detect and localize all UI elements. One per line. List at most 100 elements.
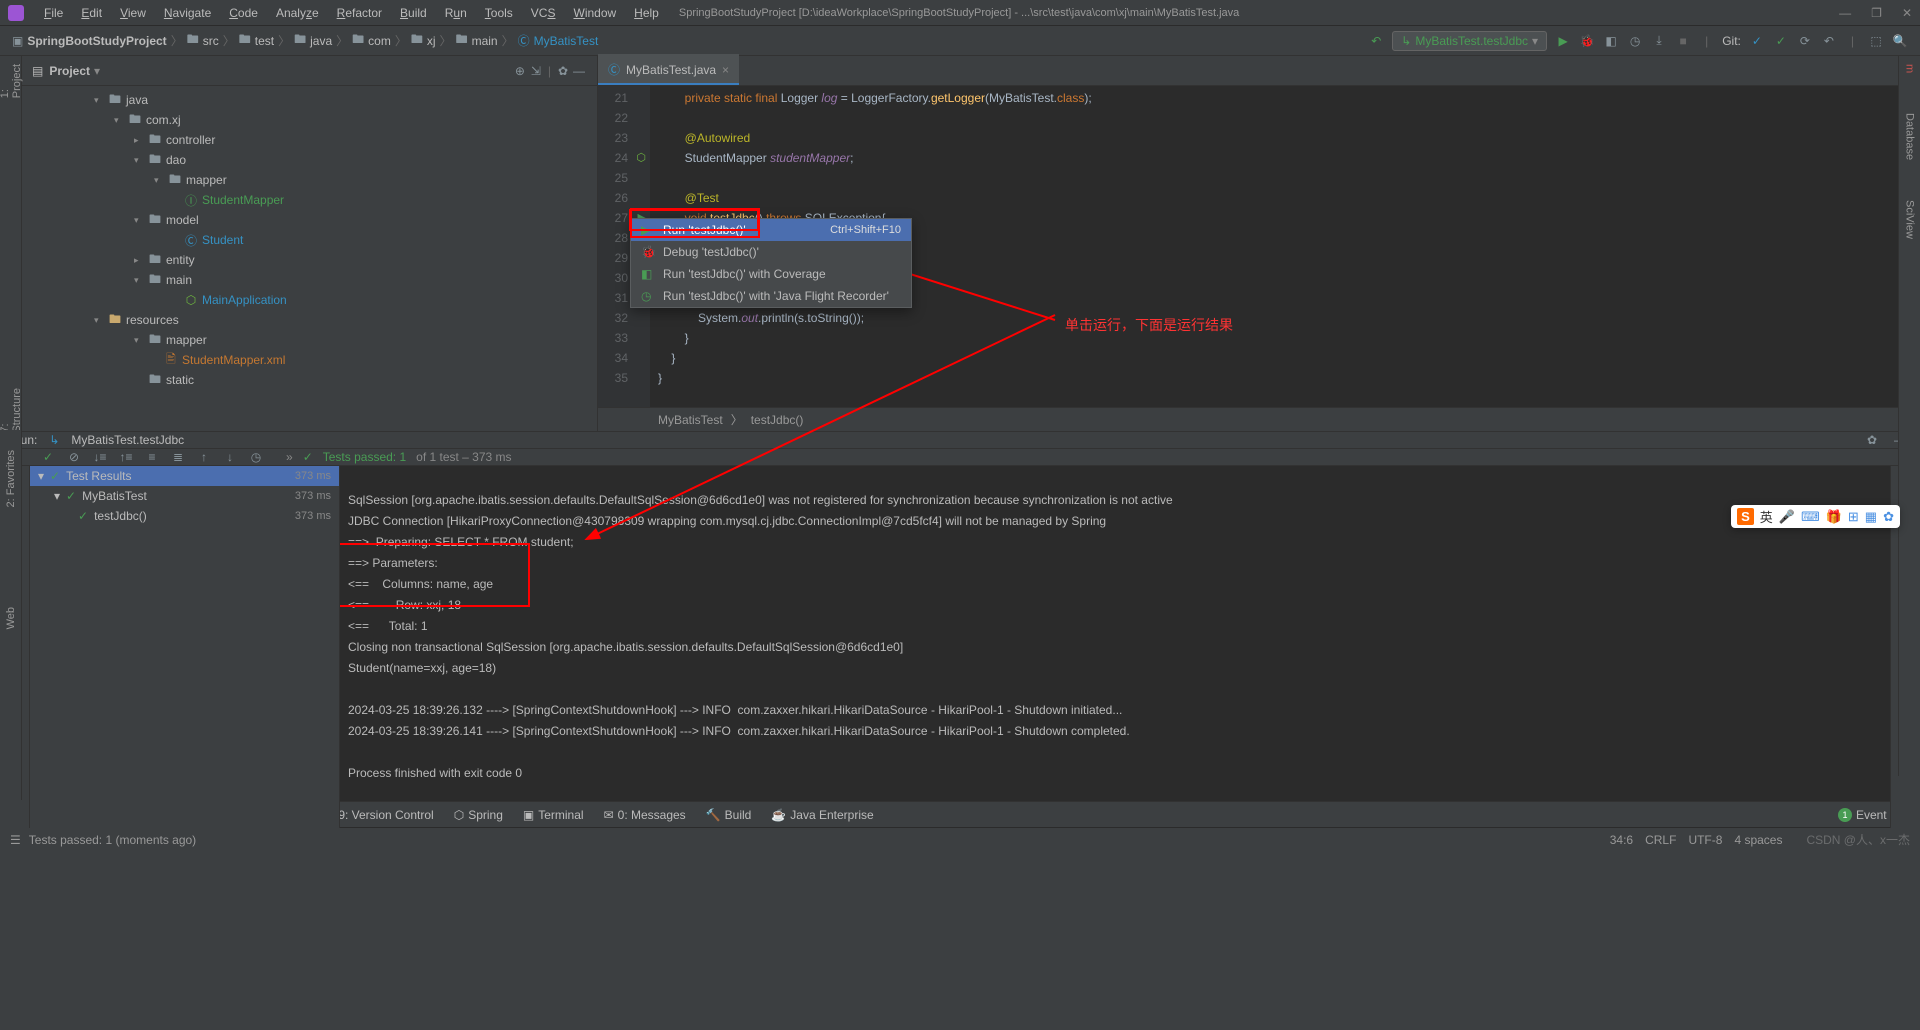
menu-vcs[interactable]: VCS	[523, 3, 564, 23]
menu-build[interactable]: Build	[392, 3, 435, 23]
debug-icon[interactable]: 🐞	[1579, 33, 1595, 49]
attach-icon[interactable]: ⤓	[1651, 33, 1667, 49]
maximize-icon[interactable]: ❐	[1871, 6, 1882, 20]
tree-static[interactable]: static	[166, 373, 194, 387]
ime-grid-icon[interactable]: ▦	[1865, 509, 1877, 525]
crumb-method[interactable]: testJdbc()	[751, 413, 804, 427]
ctx-jfr[interactable]: ◷ Run 'testJdbc()' with 'Java Flight Rec…	[631, 285, 911, 307]
tool-sciview-tab[interactable]: SciView	[1904, 200, 1916, 239]
tree-studentmapper[interactable]: StudentMapper	[202, 193, 284, 207]
caret-position[interactable]: 34:6	[1610, 833, 1633, 847]
menu-edit[interactable]: Edit	[73, 3, 110, 23]
tool-favorites-tab[interactable]: 2: Favorites	[5, 450, 17, 507]
tree-model[interactable]: model	[166, 213, 199, 227]
back-icon[interactable]: ↶	[1368, 33, 1384, 49]
run-configuration-select[interactable]: ↳ MyBatisTest.testJdbc ▾	[1392, 31, 1547, 51]
menu-tools[interactable]: Tools	[477, 3, 521, 23]
menu-run[interactable]: Run	[437, 3, 475, 23]
tree-comxj[interactable]: com.xj	[146, 113, 181, 127]
prev-icon[interactable]: ↑	[196, 449, 212, 465]
check-icon[interactable]: ✓	[40, 449, 56, 465]
project-tree[interactable]: ▾🖿java ▾🖿com.xj ▸🖿controller ▾🖿dao ▾🖿map…	[22, 86, 597, 431]
git-rollback-icon[interactable]: ↶	[1821, 33, 1837, 49]
tree-java[interactable]: java	[126, 93, 148, 107]
close-window-icon[interactable]: ✕	[1902, 6, 1912, 20]
ime-toolbar[interactable]: S 英 🎤 ⌨ 🎁 ⊞ ▦ ✿	[1731, 505, 1900, 528]
menu-view[interactable]: View	[112, 3, 154, 23]
ctx-debug[interactable]: 🐞 Debug 'testJdbc()'	[631, 241, 911, 263]
tool-project-tab[interactable]: 1: Project	[0, 64, 23, 98]
profile-icon[interactable]: ◷	[1627, 33, 1643, 49]
console-output[interactable]: SqlSession [org.apache.ibatis.session.de…	[340, 466, 1890, 828]
tool-maven-tab[interactable]: m	[1904, 64, 1916, 73]
breadcrumb-java[interactable]: java	[310, 34, 332, 48]
run-settings-gear-icon[interactable]: ✿	[1864, 432, 1880, 448]
breadcrumb-com[interactable]: com	[368, 34, 391, 48]
tree-entity[interactable]: entity	[166, 253, 195, 267]
menu-help[interactable]: Help	[626, 3, 667, 23]
search-everywhere-icon[interactable]: 🔍	[1892, 33, 1908, 49]
test-results-tree[interactable]: ▾✓Test Results373 ms ▾✓MyBatisTest373 ms…	[30, 466, 340, 828]
git-history-icon[interactable]: ⟳	[1797, 33, 1813, 49]
tree-main[interactable]: main	[166, 273, 192, 287]
test-class[interactable]: MyBatisTest	[82, 489, 147, 503]
breadcrumb-xj[interactable]: xj	[427, 34, 436, 48]
tree-resources[interactable]: resources	[126, 313, 179, 327]
ime-settings-icon[interactable]: ✿	[1883, 509, 1894, 525]
settings-gear-icon[interactable]: ✿	[555, 63, 571, 79]
tool-database-tab[interactable]: Database	[1904, 113, 1916, 160]
breadcrumb-main[interactable]: main	[472, 34, 498, 48]
sort2-icon[interactable]: ↑≡	[118, 449, 134, 465]
menu-navigate[interactable]: Navigate	[156, 3, 219, 23]
ide-settings-icon[interactable]: ⬚	[1868, 33, 1884, 49]
tool-web-tab[interactable]: Web	[5, 607, 17, 629]
expand-icon[interactable]: ≡	[144, 449, 160, 465]
locate-icon[interactable]: ⊕	[512, 63, 528, 79]
ime-emoji-icon[interactable]: 🎁	[1826, 509, 1842, 525]
menu-code[interactable]: Code	[221, 3, 266, 23]
breadcrumb-test[interactable]: test	[255, 34, 274, 48]
close-tab-icon[interactable]: ×	[722, 63, 729, 77]
spring-bean-icon[interactable]: ⬡	[636, 148, 646, 168]
ime-lang[interactable]: 英	[1760, 507, 1773, 526]
fail-filter-icon[interactable]: ⊘	[66, 449, 82, 465]
test-method[interactable]: testJdbc()	[94, 509, 147, 523]
ctx-coverage[interactable]: ◧ Run 'testJdbc()' with Coverage	[631, 263, 911, 285]
breadcrumb-class[interactable]: MyBatisTest	[534, 34, 599, 48]
git-commit-icon[interactable]: ✓	[1773, 33, 1789, 49]
run-icon[interactable]: ▶	[1555, 33, 1571, 49]
ctx-run[interactable]: ▶ Run 'testJdbc()' Ctrl+Shift+F10	[631, 219, 911, 241]
sort-icon[interactable]: ↓≡	[92, 449, 108, 465]
collapse2-icon[interactable]: ≣	[170, 449, 186, 465]
minimize-icon[interactable]: —	[1839, 6, 1851, 20]
status-icon[interactable]: ☰	[10, 833, 21, 847]
ime-keyboard-icon[interactable]: ⌨	[1801, 509, 1820, 525]
test-root[interactable]: Test Results	[66, 469, 131, 483]
tree-mapper2[interactable]: mapper	[166, 333, 207, 347]
tree-mainapp[interactable]: MainApplication	[202, 293, 287, 307]
tree-mapper[interactable]: mapper	[186, 173, 227, 187]
tree-dao[interactable]: dao	[166, 153, 186, 167]
hide-panel-icon[interactable]: —	[571, 63, 587, 79]
menu-file[interactable]: File	[36, 3, 71, 23]
menu-window[interactable]: Window	[565, 3, 624, 23]
breadcrumb-root[interactable]: SpringBootStudyProject	[27, 34, 166, 48]
editor-tab-mybatistest[interactable]: Ⓒ MyBatisTest.java ×	[598, 54, 739, 85]
ime-input-icon[interactable]: ⊞	[1848, 509, 1859, 525]
indent[interactable]: 4 spaces	[1734, 833, 1782, 847]
encoding[interactable]: UTF-8	[1688, 833, 1722, 847]
collapse-icon[interactable]: ⇲	[528, 63, 544, 79]
coverage-icon[interactable]: ◧	[1603, 33, 1619, 49]
menu-refactor[interactable]: Refactor	[329, 3, 390, 23]
crumb-class[interactable]: MyBatisTest	[658, 413, 723, 427]
tree-controller[interactable]: controller	[166, 133, 215, 147]
tool-structure-tab[interactable]: 7: Structure	[0, 388, 23, 433]
line-ending[interactable]: CRLF	[1645, 833, 1676, 847]
next-icon[interactable]: ↓	[222, 449, 238, 465]
tree-student[interactable]: Student	[202, 233, 243, 247]
history-icon[interactable]: ◷	[248, 449, 264, 465]
stop-icon[interactable]: ■	[1675, 33, 1691, 49]
menu-analyze[interactable]: Analyze	[268, 3, 327, 23]
tree-studentxml[interactable]: StudentMapper.xml	[182, 353, 285, 367]
ime-voice-icon[interactable]: 🎤	[1779, 509, 1795, 525]
